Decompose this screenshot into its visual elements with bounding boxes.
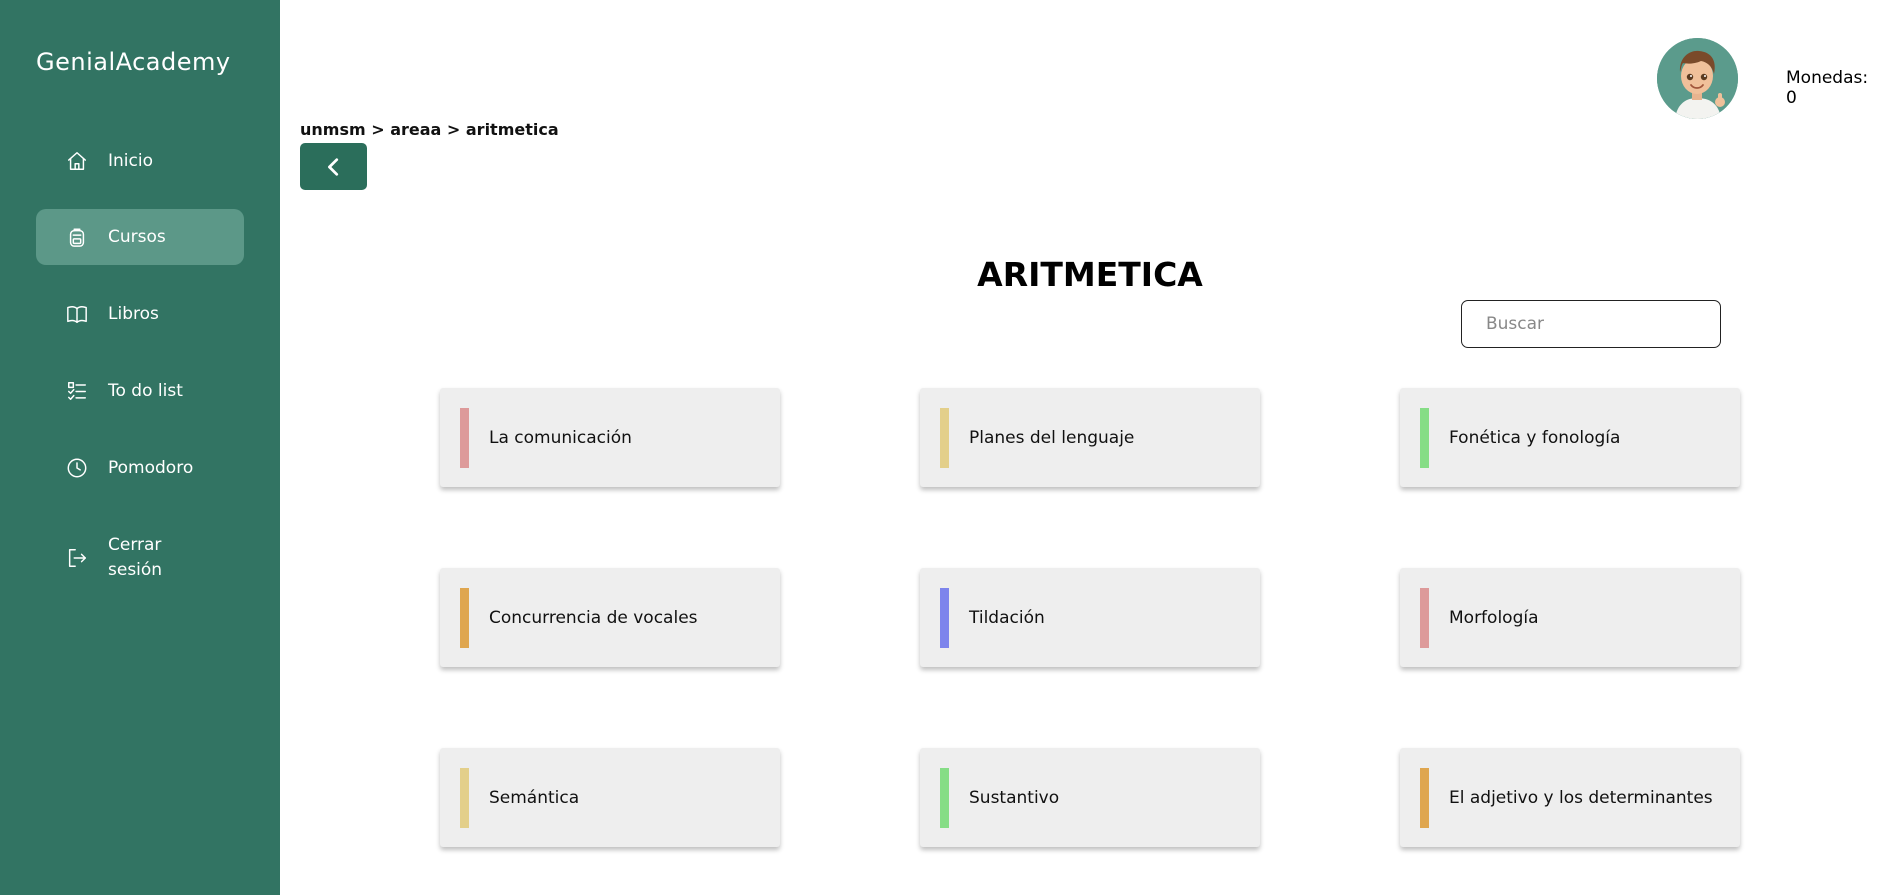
sidebar-item-label: Libros <box>108 303 159 324</box>
course-color-bar <box>940 407 949 468</box>
sidebar-item-cursos[interactable]: Cursos <box>36 209 244 265</box>
course-card[interactable]: Semántica <box>440 748 780 847</box>
course-color-bar <box>1420 587 1429 648</box>
brand-logo[interactable]: GenialAcademy <box>36 48 231 76</box>
sidebar-item-inicio[interactable]: Inicio <box>36 133 244 189</box>
course-color-bar <box>460 407 469 468</box>
course-color-bar <box>460 587 469 648</box>
course-card[interactable]: Sustantivo <box>920 748 1260 847</box>
sidebar: GenialAcademy Inicio Cursos Libros To do… <box>0 0 280 895</box>
chevron-left-icon <box>327 157 338 176</box>
course-card[interactable]: Morfología <box>1400 568 1740 667</box>
coins-counter: Monedas: 0 <box>1786 68 1869 108</box>
course-color-bar <box>940 587 949 648</box>
search-input[interactable] <box>1461 300 1721 348</box>
course-color-bar <box>1420 407 1429 468</box>
home-icon <box>66 150 88 172</box>
back-button[interactable] <box>300 143 367 190</box>
backpack-icon <box>66 226 88 248</box>
avatar[interactable] <box>1657 38 1738 119</box>
course-color-bar <box>940 767 949 828</box>
course-card-label: Sustantivo <box>969 787 1060 808</box>
course-card[interactable]: Fonética y fonología <box>1400 388 1740 487</box>
course-card-label: Fonética y fonología <box>1449 427 1621 448</box>
course-card-label: Morfología <box>1449 607 1539 628</box>
clock-icon <box>66 457 88 479</box>
sidebar-item-label: Pomodoro <box>108 457 194 478</box>
course-card[interactable]: La comunicación <box>440 388 780 487</box>
page-title: ARITMETICA <box>977 255 1203 294</box>
course-card-label: El adjetivo y los determinantes <box>1449 787 1713 808</box>
sidebar-item-todo[interactable]: To do list <box>36 363 244 419</box>
checklist-icon <box>66 380 88 402</box>
course-card-label: Semántica <box>489 787 580 808</box>
sidebar-item-libros[interactable]: Libros <box>36 286 244 342</box>
course-card[interactable]: Planes del lenguaje <box>920 388 1260 487</box>
course-card[interactable]: Concurrencia de vocales <box>440 568 780 667</box>
course-color-bar <box>460 767 469 828</box>
boy-avatar-icon <box>1657 38 1738 119</box>
breadcrumb: unmsm > areaa > aritmetica <box>300 120 559 139</box>
logout-icon <box>66 547 88 569</box>
sidebar-item-label: Cursos <box>108 226 166 247</box>
course-color-bar <box>1420 767 1429 828</box>
sidebar-item-label: Inicio <box>108 150 153 171</box>
course-card[interactable]: Tildación <box>920 568 1260 667</box>
sidebar-item-logout[interactable]: Cerrar sesión <box>36 526 244 590</box>
course-card-label: Concurrencia de vocales <box>489 607 698 628</box>
sidebar-item-label: Cerrar sesión <box>108 535 163 580</box>
course-card-label: La comunicación <box>489 427 632 448</box>
book-icon <box>66 303 88 325</box>
sidebar-item-label: To do list <box>108 380 183 401</box>
course-card-label: Tildación <box>969 607 1045 628</box>
course-card[interactable]: El adjetivo y los determinantes <box>1400 748 1740 847</box>
sidebar-item-pomodoro[interactable]: Pomodoro <box>36 440 244 496</box>
course-card-label: Planes del lenguaje <box>969 427 1135 448</box>
